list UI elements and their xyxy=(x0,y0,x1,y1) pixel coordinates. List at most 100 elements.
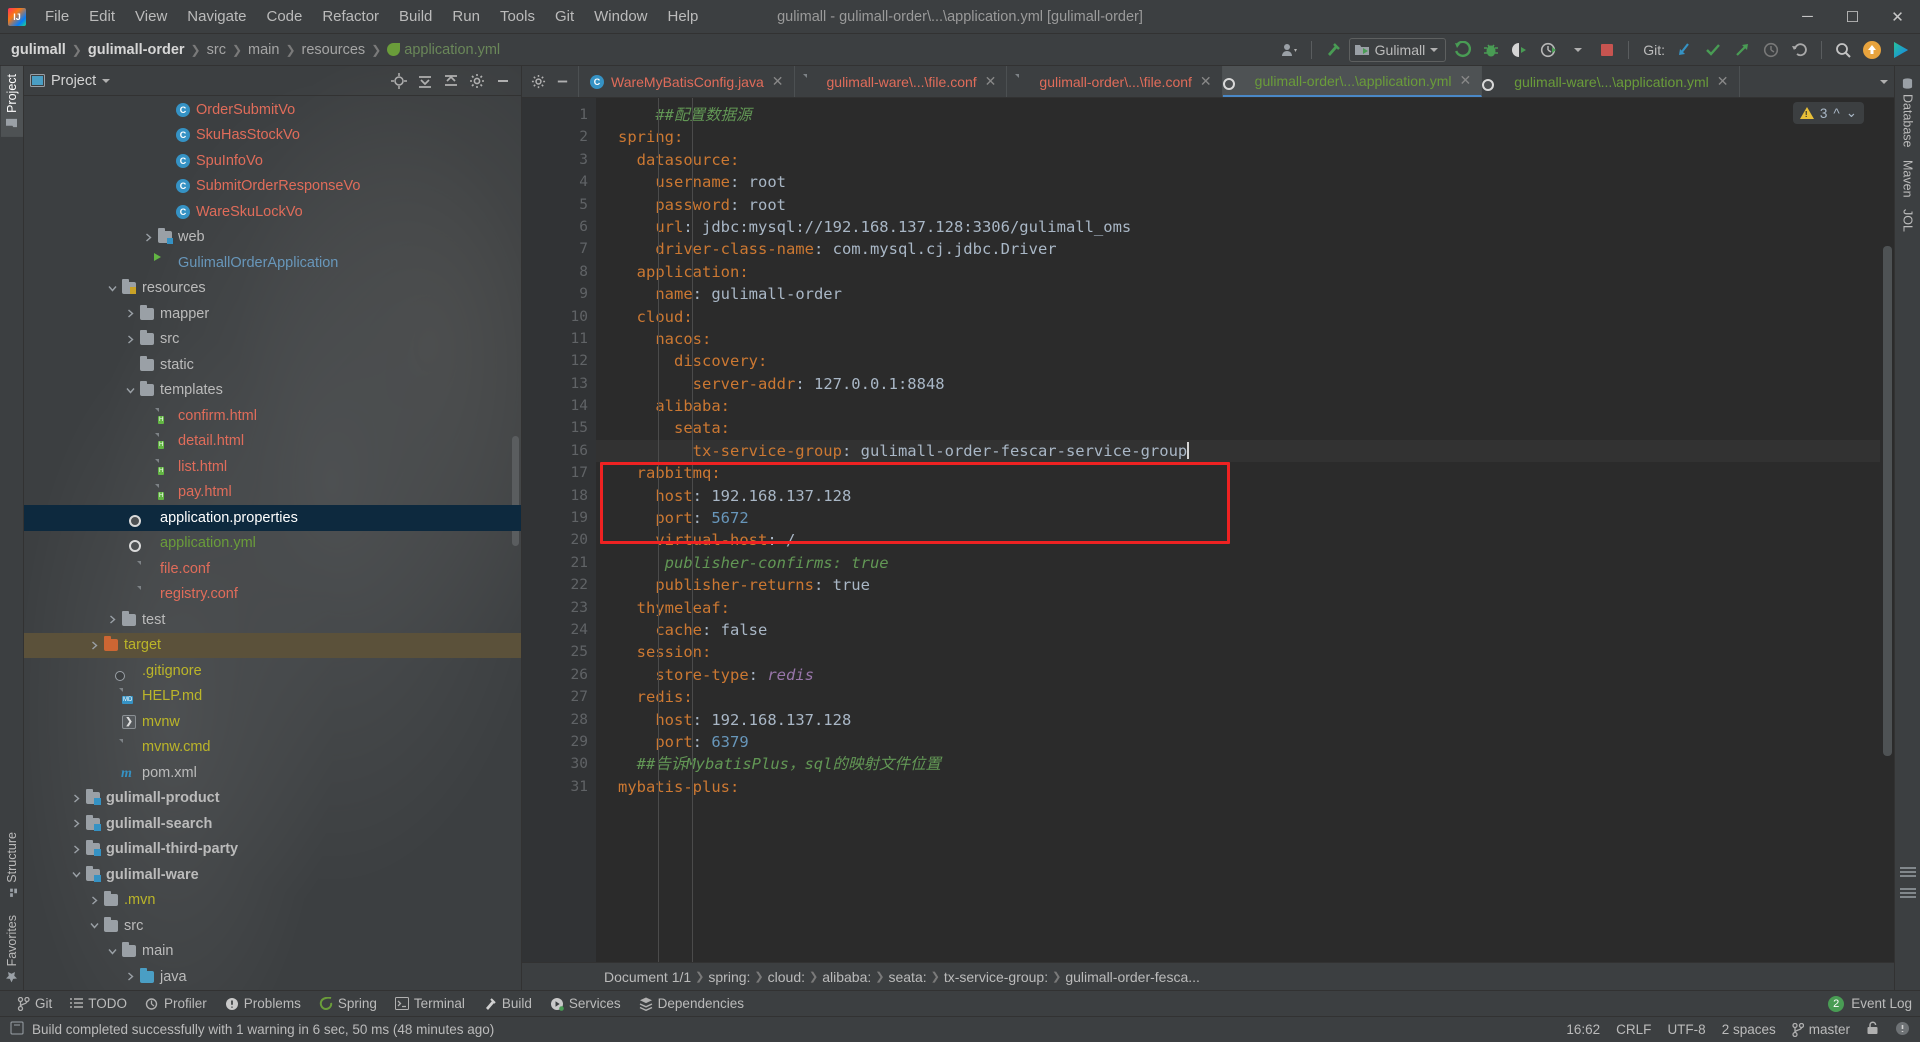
code-line[interactable]: name: gulimall-order xyxy=(596,283,1880,305)
code-line[interactable]: datasource: xyxy=(596,149,1880,171)
code-line[interactable]: alibaba: xyxy=(596,395,1880,417)
editor-tab-gulimall-ware-file-conf[interactable]: gulimall-ware\...\file.conf ✕ xyxy=(795,66,1008,97)
breadcrumb-resources[interactable]: resources xyxy=(297,40,371,60)
sidebar-tab-favorites[interactable]: Favorites xyxy=(1,907,23,990)
code-line[interactable]: publisher-returns: true xyxy=(596,574,1880,596)
tree-node-mvnw[interactable]: ❯ mvnw xyxy=(24,709,521,735)
tool-window-profiler[interactable]: Profiler xyxy=(136,994,216,1013)
code-content[interactable]: ##配置数据源 spring: datasource: username: roo… xyxy=(596,98,1880,962)
editor-tab-gulimall-ware-application-yml[interactable]: gulimall-ware\...\application.yml ✕ xyxy=(1482,66,1740,97)
chevron-down-icon[interactable] xyxy=(70,868,83,881)
menu-window[interactable]: Window xyxy=(585,4,656,29)
code-line[interactable]: spring: xyxy=(596,126,1880,148)
chevron-right-icon[interactable] xyxy=(70,843,83,856)
git-history-icon[interactable] xyxy=(1758,38,1784,62)
chevron-right-icon[interactable] xyxy=(106,613,119,626)
code-line[interactable]: publisher-confirms: true xyxy=(596,552,1880,574)
chevron-right-icon[interactable] xyxy=(124,307,137,320)
tree-node-web[interactable]: web xyxy=(24,225,521,251)
menu-build[interactable]: Build xyxy=(390,4,441,29)
tool-window-git[interactable]: Git xyxy=(8,994,61,1013)
code-line[interactable]: store-type: redis xyxy=(596,664,1880,686)
file-encoding[interactable]: UTF-8 xyxy=(1667,1022,1705,1037)
debug-icon[interactable] xyxy=(1478,38,1504,62)
menu-refactor[interactable]: Refactor xyxy=(313,4,388,29)
code-line[interactable]: application: xyxy=(596,261,1880,283)
indent-setting[interactable]: 2 spaces xyxy=(1722,1022,1776,1037)
code-line[interactable]: seata: xyxy=(596,417,1880,439)
git-update-icon[interactable] xyxy=(1671,38,1697,62)
expand-all-icon[interactable] xyxy=(413,69,437,93)
lock-icon[interactable] xyxy=(1866,1021,1879,1038)
editor-tabs-overflow[interactable] xyxy=(1874,66,1894,97)
line-number-gutter[interactable]: 123456789101112131415161718192021#222324… xyxy=(522,98,614,962)
sidebar-tab-database[interactable]: Database xyxy=(1898,72,1918,154)
tree-node-confirm-html[interactable]: Hconfirm.html xyxy=(24,403,521,429)
close-icon[interactable]: ✕ xyxy=(983,73,999,90)
chevron-right-icon[interactable] xyxy=(142,231,155,244)
editor-breadcrumb-item[interactable]: Document 1/1 xyxy=(600,969,695,985)
menu-code[interactable]: Code xyxy=(257,4,311,29)
code-line[interactable]: cloud: xyxy=(596,306,1880,328)
run-icon[interactable] xyxy=(1449,38,1475,62)
tree-node-pom-xml[interactable]: m pom.xml xyxy=(24,760,521,786)
line-separator[interactable]: CRLF xyxy=(1616,1022,1651,1037)
share-icon[interactable] xyxy=(1888,38,1914,62)
tree-node-resources[interactable]: resources xyxy=(24,276,521,302)
menu-file[interactable]: File xyxy=(36,4,78,29)
tree-node-gulimall-product[interactable]: gulimall-product xyxy=(24,786,521,812)
git-branch-widget[interactable]: master xyxy=(1792,1022,1850,1037)
editor-breadcrumb-item[interactable]: cloud: xyxy=(764,969,809,985)
breadcrumb-gulimall[interactable]: gulimall xyxy=(6,40,71,60)
tree-node--mvn[interactable]: .mvn xyxy=(24,888,521,914)
minimize-button[interactable]: ─ xyxy=(1785,0,1830,34)
tree-node-detail-html[interactable]: Hdetail.html xyxy=(24,429,521,455)
tree-node-static[interactable]: static xyxy=(24,352,521,378)
close-icon[interactable]: ✕ xyxy=(1458,72,1474,89)
code-line[interactable]: thymeleaf: xyxy=(596,597,1880,619)
event-log-widget[interactable]: 2 Event Log xyxy=(1828,995,1912,1012)
chevron-right-icon[interactable] xyxy=(88,894,101,907)
tree-node-application-yml[interactable]: application.yml xyxy=(24,531,521,557)
collapse-all-icon[interactable] xyxy=(439,69,463,93)
tool-window-services[interactable]: Services xyxy=(541,994,630,1013)
tree-node-java[interactable]: java xyxy=(24,964,521,990)
tree-node-templates[interactable]: templates xyxy=(24,378,521,404)
close-button[interactable]: ✕ xyxy=(1875,0,1920,34)
editor-tab-waremybatisconfig-java[interactable]: C WareMyBatisConfig.java ✕ xyxy=(579,66,795,97)
chevron-right-icon[interactable] xyxy=(88,639,101,652)
tree-node-mapper[interactable]: mapper xyxy=(24,301,521,327)
menu-edit[interactable]: Edit xyxy=(80,4,124,29)
hide-panel-icon[interactable] xyxy=(491,69,515,93)
code-line[interactable]: host: 192.168.137.128 xyxy=(596,485,1880,507)
code-line[interactable]: url: jdbc:mysql://192.168.137.128:3306/g… xyxy=(596,216,1880,238)
menu-run[interactable]: Run xyxy=(443,4,489,29)
code-line[interactable]: rabbitmq: xyxy=(596,462,1880,484)
code-line[interactable]: host: 192.168.137.128 xyxy=(596,709,1880,731)
tool-window-dependencies[interactable]: Dependencies xyxy=(630,994,753,1013)
tree-node-registry-conf[interactable]: registry.conf xyxy=(24,582,521,608)
update-available-icon[interactable] xyxy=(1859,38,1885,62)
project-panel-title[interactable]: Project xyxy=(30,73,111,89)
chevron-down-icon[interactable] xyxy=(106,282,119,295)
editor-breadcrumb-item[interactable]: spring: xyxy=(704,969,754,985)
tool-window-problems[interactable]: Problems xyxy=(216,994,310,1013)
tree-node-skuhasstockvo[interactable]: C SkuHasStockVo xyxy=(24,123,521,149)
tree-node-src[interactable]: src xyxy=(24,913,521,939)
locate-icon[interactable] xyxy=(387,69,411,93)
run-with-coverage-icon[interactable] xyxy=(1507,38,1533,62)
editor-tab-gulimall-order-file-conf[interactable]: gulimall-order\...\file.conf ✕ xyxy=(1007,66,1223,97)
sidebar-tab-jol[interactable]: JOL xyxy=(1898,203,1918,238)
tree-node-help-md[interactable]: MD HELP.md xyxy=(24,684,521,710)
editor-tab-gulimall-order-application-yml[interactable]: gulimall-order\...\application.yml ✕ xyxy=(1222,66,1483,97)
breadcrumb-main[interactable]: main xyxy=(243,40,284,60)
close-icon[interactable]: ✕ xyxy=(770,73,786,90)
tree-node-wareskulockvo[interactable]: C WareSkuLockVo xyxy=(24,199,521,225)
close-icon[interactable]: ✕ xyxy=(1715,73,1731,90)
chevron-right-icon[interactable] xyxy=(70,792,83,805)
chevron-right-icon[interactable] xyxy=(70,817,83,830)
code-line[interactable]: tx-service-group: gulimall-order-fescar-… xyxy=(596,439,1880,463)
tree-node-target[interactable]: target xyxy=(24,632,521,658)
tree-node-src[interactable]: src xyxy=(24,327,521,353)
editor-breadcrumb-item[interactable]: gulimall-order-fesca... xyxy=(1061,969,1204,985)
